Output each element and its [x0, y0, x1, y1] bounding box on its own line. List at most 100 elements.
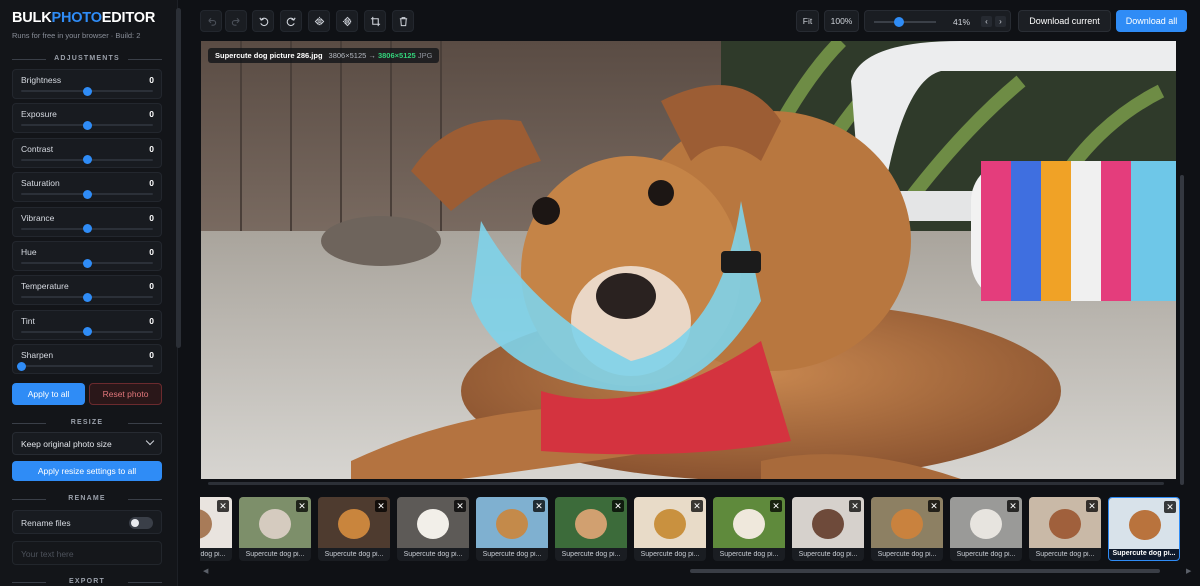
adjustment-value: 0	[149, 75, 154, 85]
thumbnail[interactable]: ✕ Supercute dog pi...	[200, 497, 232, 561]
scroll-right-icon[interactable]: ▶	[1186, 567, 1191, 575]
zoom-slider[interactable]	[874, 17, 936, 27]
thumbnail[interactable]: ✕ Supercute dog pi...	[634, 497, 706, 561]
thumbnail[interactable]: ✕ Supercute dog pi...	[555, 497, 627, 561]
adjustment-value: 0	[149, 212, 154, 223]
thumbnail[interactable]: ✕ Supercute dog pi...	[397, 497, 469, 561]
thumbnail[interactable]: ✕ Supercute dog pi...	[1029, 497, 1101, 561]
thumbnail[interactable]: ✕ Supercute dog pi...	[792, 497, 864, 561]
undo-button[interactable]	[200, 10, 222, 32]
canvas-scrollbar-vertical[interactable]	[1180, 175, 1184, 485]
adjustment-slider[interactable]	[21, 155, 153, 165]
redo-icon	[231, 17, 240, 26]
remove-icon[interactable]: ✕	[533, 500, 545, 512]
sidebar-scrollbar[interactable]	[176, 8, 181, 348]
apply-to-all-button[interactable]: Apply to all	[12, 383, 85, 405]
export-section-title: EXPORT	[12, 578, 162, 585]
adjustment-label: Exposure	[21, 109, 57, 120]
thumbnail-caption: Supercute dog pi...	[245, 551, 305, 558]
slider-handle[interactable]	[82, 224, 92, 234]
zoom-value: 41%	[953, 17, 971, 27]
adjustment-label: Vibrance	[21, 212, 55, 223]
slider-handle[interactable]	[82, 189, 92, 199]
slider-handle[interactable]	[82, 327, 92, 337]
rename-text-input[interactable]: Your text here	[12, 541, 162, 565]
slider-handle[interactable]	[82, 120, 92, 130]
zoom-control: 41% ‹ ›	[864, 10, 1011, 32]
remove-icon[interactable]: ✕	[217, 500, 229, 512]
adjustment-slider[interactable]	[16, 361, 153, 371]
adjustment-slider[interactable]	[21, 224, 153, 234]
zoom-100-button[interactable]: 100%	[824, 10, 859, 32]
thumbnail[interactable]: ✕ Supercute dog pi...	[713, 497, 785, 561]
thumbnail-caption: Supercute dog pi...	[798, 551, 858, 558]
adjustment-slider[interactable]	[21, 292, 153, 302]
slider-handle[interactable]	[16, 361, 26, 371]
rotate-right-icon	[286, 17, 296, 26]
thumbnail-caption: Supercute dog pi...	[403, 551, 463, 558]
remove-icon[interactable]: ✕	[375, 500, 387, 512]
thumbnail-caption: Supercute dog pi...	[719, 551, 779, 558]
crop-icon	[370, 16, 380, 26]
apply-resize-button[interactable]: Apply resize settings to all	[12, 461, 162, 481]
remove-icon[interactable]: ✕	[1007, 500, 1019, 512]
remove-icon[interactable]: ✕	[612, 500, 624, 512]
fit-button[interactable]: Fit	[796, 10, 819, 32]
photo-canvas[interactable]: Supercute dog picture 286.jpg 3806×5125 …	[201, 41, 1176, 479]
trash-icon	[399, 16, 407, 26]
slider-handle[interactable]	[82, 86, 92, 96]
rotate-right-button[interactable]	[280, 10, 302, 32]
zoom-in-icon[interactable]: ›	[995, 16, 1006, 27]
zoom-out-icon[interactable]: ‹	[981, 16, 992, 27]
toggle-knob	[131, 519, 139, 527]
delete-button[interactable]	[392, 10, 414, 32]
scroll-left-icon[interactable]: ◀	[203, 567, 208, 575]
remove-icon[interactable]: ✕	[770, 500, 782, 512]
original-dimensions: 3806×5125	[328, 51, 367, 60]
canvas-scrollbar-horizontal[interactable]	[208, 482, 1164, 485]
thumbnail-caption: Supercute dog pi...	[200, 551, 226, 558]
rename-section-title: RENAME	[12, 495, 162, 502]
slider-handle[interactable]	[82, 258, 92, 268]
remove-icon[interactable]: ✕	[1164, 501, 1176, 513]
filmstrip-scrollbar[interactable]	[690, 569, 1160, 573]
remove-icon[interactable]: ✕	[849, 500, 861, 512]
crop-button[interactable]	[364, 10, 386, 32]
flip-horizontal-icon	[314, 16, 324, 26]
thumbnail[interactable]: ✕ Supercute dog pi...	[871, 497, 943, 561]
remove-icon[interactable]: ✕	[1086, 500, 1098, 512]
slider-handle[interactable]	[82, 155, 92, 165]
adjustment-slider[interactable]	[21, 258, 153, 268]
remove-icon[interactable]: ✕	[691, 500, 703, 512]
adjustment-slider[interactable]	[21, 86, 153, 96]
zoom-slider-handle[interactable]	[894, 17, 905, 27]
rotate-left-button[interactable]	[252, 10, 274, 32]
photo-info-badge: Supercute dog picture 286.jpg 3806×5125 …	[208, 48, 440, 63]
adjustment-slider[interactable]	[21, 327, 153, 337]
thumbnail[interactable]: ✕ Supercute dog pi...	[476, 497, 548, 561]
rename-toggle[interactable]	[129, 517, 153, 529]
adjustment-value: 0	[149, 178, 154, 189]
thumbnail[interactable]: ✕ Supercute dog pi...	[318, 497, 390, 561]
adjustment-slider[interactable]	[21, 120, 153, 130]
flip-vertical-button[interactable]	[336, 10, 358, 32]
adjustment-value: 0	[149, 315, 154, 326]
thumbnail[interactable]: ✕ Supercute dog pi...	[239, 497, 311, 561]
slider-handle[interactable]	[82, 292, 92, 302]
remove-icon[interactable]: ✕	[454, 500, 466, 512]
adjustment-label: Hue	[21, 247, 37, 257]
download-current-button[interactable]: Download current	[1018, 10, 1111, 32]
thumbnail[interactable]: ✕ Supercute dog pi...	[1108, 497, 1180, 561]
filmstrip: ✕ Supercute dog pi... ✕ Supercute dog pi...…	[200, 495, 1190, 565]
adjustment-slider[interactable]	[21, 189, 153, 199]
reset-photo-button[interactable]: Reset photo	[89, 383, 162, 405]
download-all-button[interactable]: Download all	[1116, 10, 1187, 32]
thumbnail-caption: Supercute dog pi...	[640, 551, 700, 558]
remove-icon[interactable]: ✕	[928, 500, 940, 512]
adjustment-saturation: Saturation 0	[12, 172, 162, 203]
thumbnail[interactable]: ✕ Supercute dog pi...	[950, 497, 1022, 561]
remove-icon[interactable]: ✕	[296, 500, 308, 512]
flip-horizontal-button[interactable]	[308, 10, 330, 32]
resize-select[interactable]: Keep original photo size	[12, 432, 162, 455]
redo-button[interactable]	[225, 10, 247, 32]
